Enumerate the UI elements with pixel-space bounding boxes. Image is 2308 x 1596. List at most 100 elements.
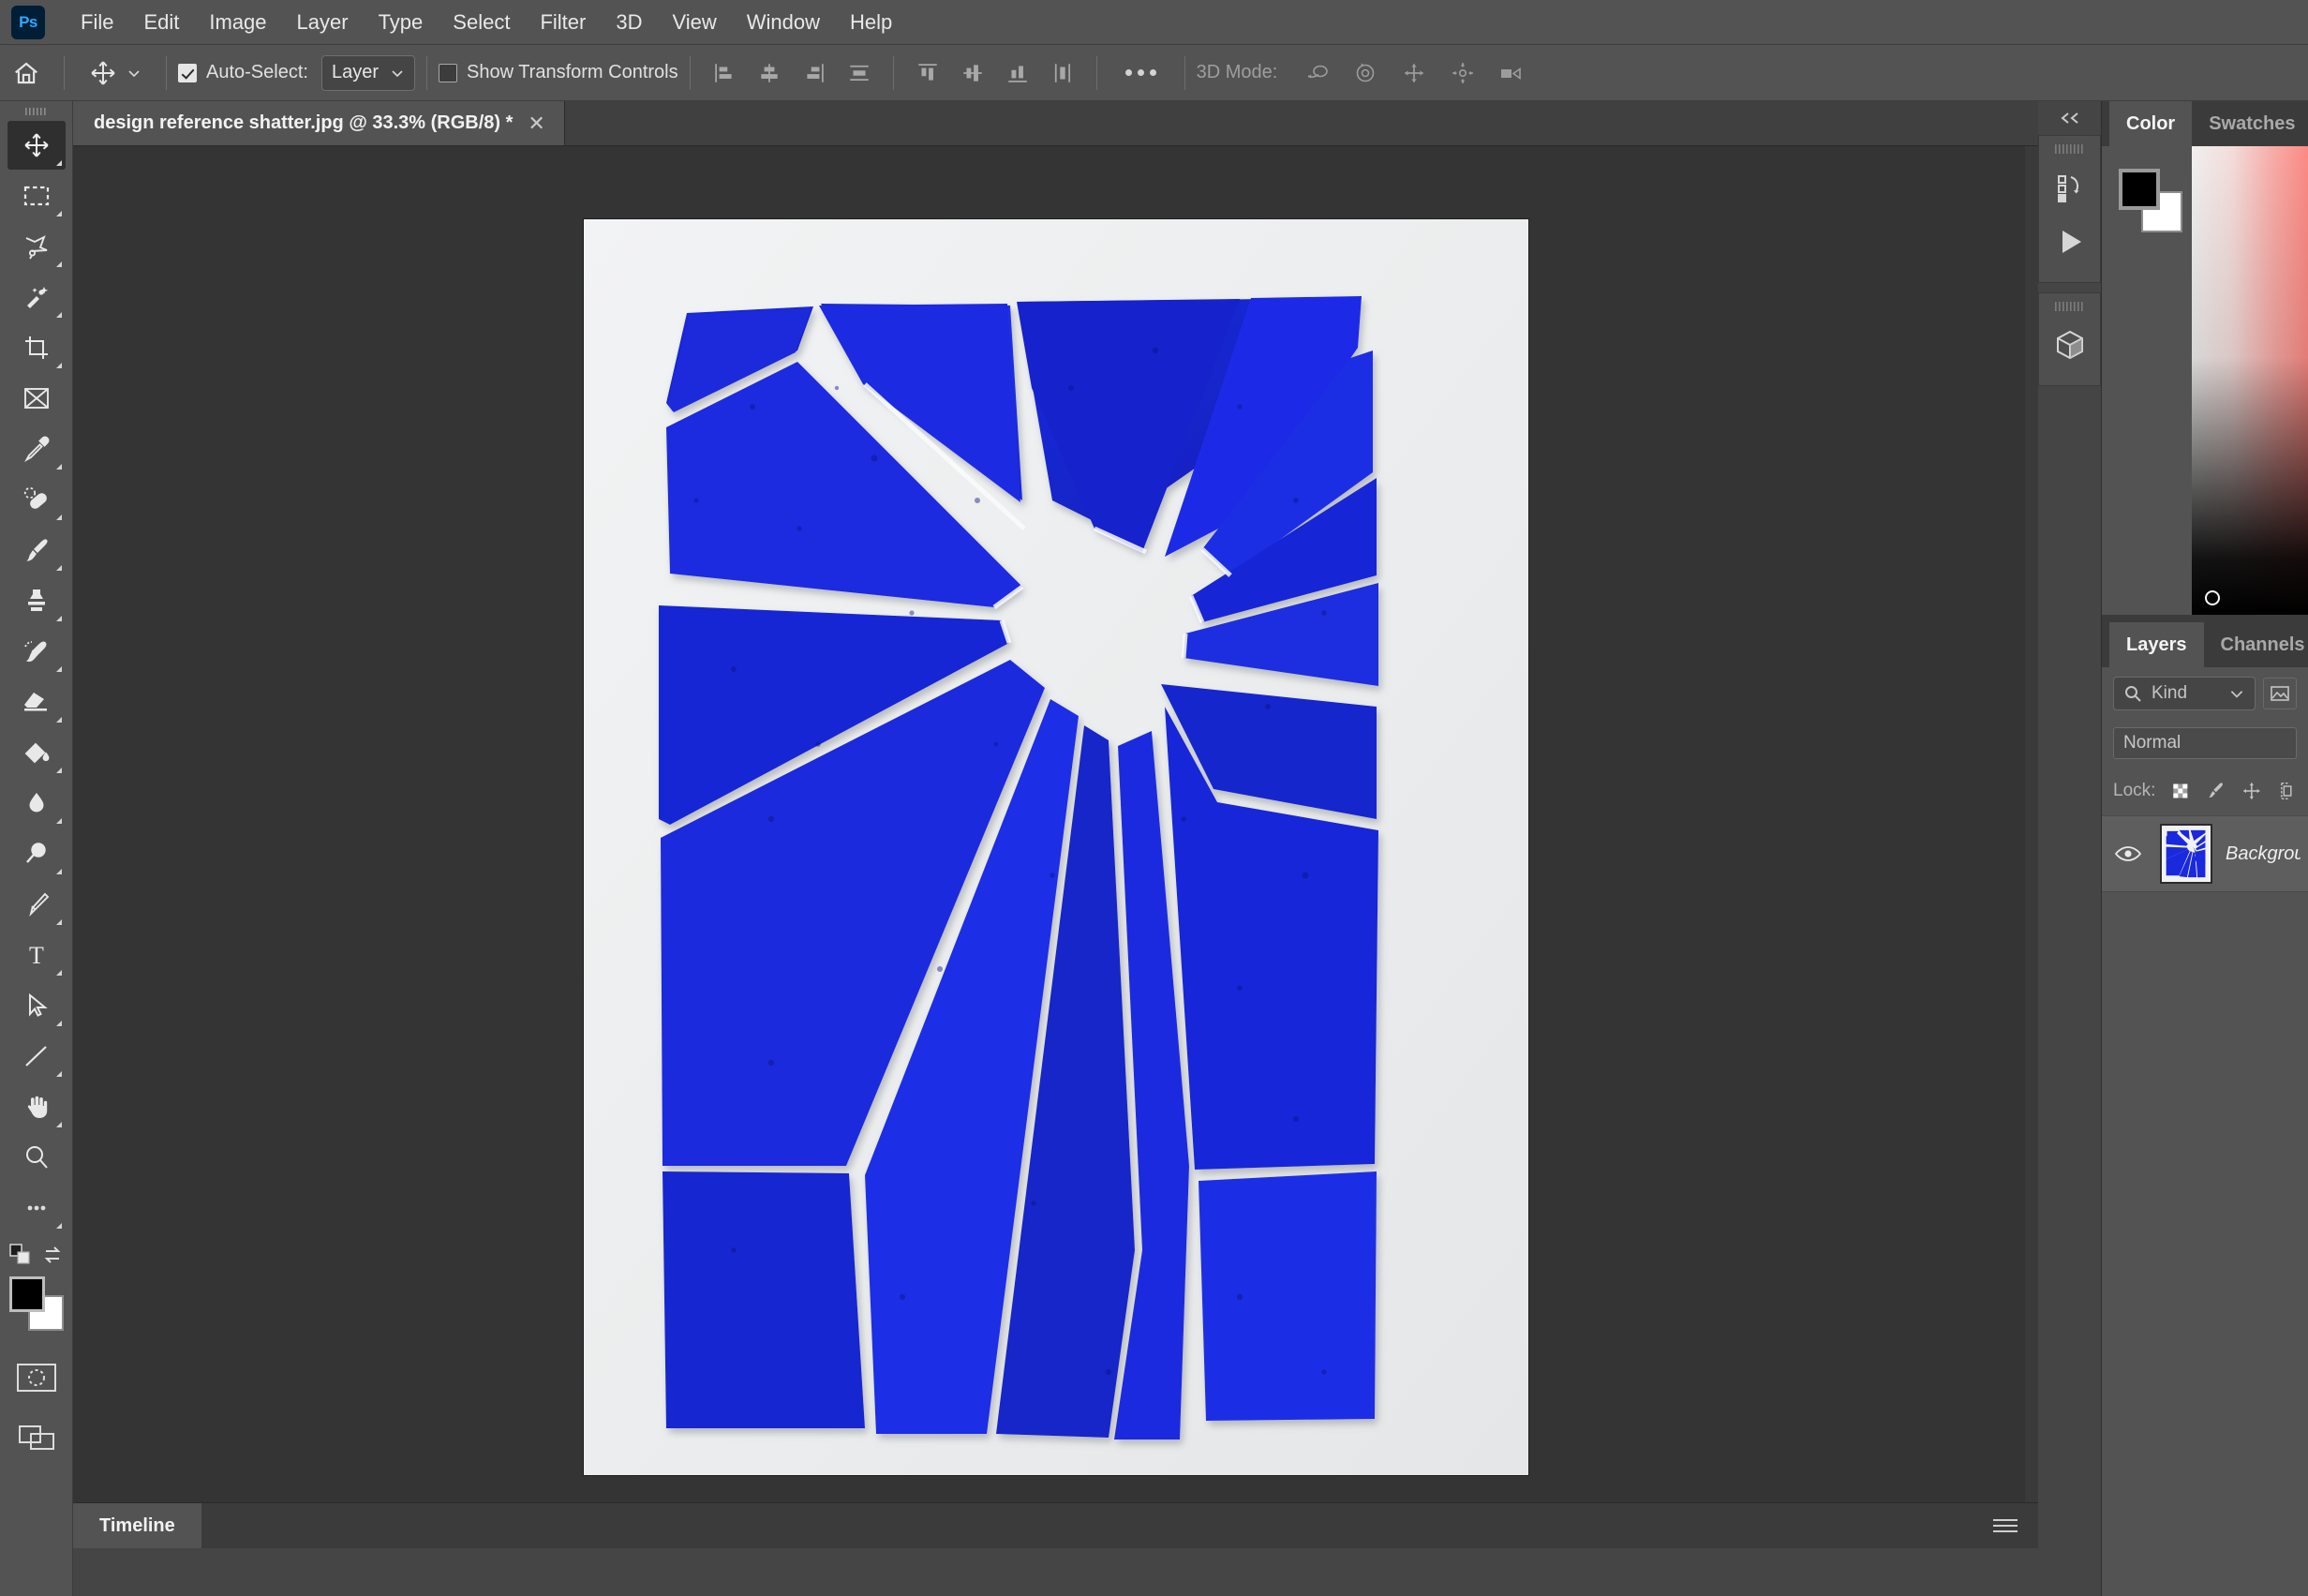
menu-window[interactable]: Window [732,0,835,45]
edit-toolbar-button[interactable] [7,1184,66,1232]
clone-stamp-tool[interactable] [7,576,66,625]
active-tool-indicator[interactable] [76,52,155,94]
collapse-panels-icon[interactable] [2038,101,2101,135]
align-top-edges-button[interactable] [905,52,950,94]
more-options-button[interactable] [1109,69,1173,76]
menu-help[interactable]: Help [835,0,907,45]
history-panel-icon[interactable] [2042,160,2098,215]
foreground-color-swatch[interactable] [9,1276,45,1312]
color-panel-swatches [2102,146,2192,615]
auto-select-checkbox[interactable]: Auto-Select: [178,62,308,83]
document-tab[interactable]: design reference shatter.jpg @ 33.3% (RG… [73,101,565,145]
distribute-horizontally-button[interactable] [837,52,882,94]
home-icon[interactable] [0,45,52,101]
tab-color[interactable]: Color [2109,101,2192,146]
tab-timeline[interactable]: Timeline [73,1503,201,1548]
actions-play-icon[interactable] [2042,215,2098,269]
menu-edit[interactable]: Edit [128,0,194,45]
blend-mode-dropdown[interactable]: Normal [2113,727,2297,759]
distribute-vertically-button[interactable] [1040,52,1085,94]
eyedropper-tool[interactable] [7,425,66,473]
photoshop-logo-icon: Ps [11,6,45,39]
color-panel-foreground-swatch[interactable] [2119,169,2160,210]
slide-3d-object-button[interactable] [1438,52,1487,94]
frame-tool[interactable] [7,374,66,423]
panel-divider [2102,615,2308,622]
blur-tool[interactable] [7,779,66,828]
move-tool[interactable] [7,121,66,170]
menu-image[interactable]: Image [194,0,281,45]
artboard[interactable] [584,219,1528,1475]
lock-position-icon[interactable] [2241,779,2262,803]
rectangular-marquee-tool[interactable] [7,172,66,220]
default-colors-icon[interactable] [8,1243,33,1267]
menu-file[interactable]: File [66,0,128,45]
menu-view[interactable]: View [657,0,731,45]
screen-mode-button[interactable] [14,1421,59,1454]
lock-transparent-pixels-icon[interactable] [2170,779,2191,803]
lock-image-pixels-icon[interactable] [2206,779,2226,803]
align-right-edges-button[interactable] [792,52,837,94]
spot-healing-brush-tool[interactable] [7,475,66,524]
roll-3d-object-button[interactable] [1341,52,1390,94]
tool-flyout-indicator [56,717,62,723]
show-transform-checkbox-box[interactable] [439,64,457,82]
show-transform-controls-checkbox[interactable]: Show Transform Controls [439,62,678,83]
pen-tool[interactable] [7,880,66,929]
3d-panel-icon[interactable] [2042,318,2098,372]
options-divider-4 [690,56,691,90]
panel-menu-icon[interactable] [1993,1503,2038,1548]
lock-label: Lock: [2113,781,2155,801]
menu-layer[interactable]: Layer [282,0,364,45]
quick-mask-button[interactable] [14,1361,59,1395]
align-left-edges-button[interactable] [702,52,747,94]
type-tool[interactable]: T [7,931,66,979]
filter-pixel-layers-icon[interactable] [2263,678,2297,709]
color-spectrum-ramp[interactable] [2192,146,2308,615]
hand-tool[interactable] [7,1082,66,1131]
path-selection-tool[interactable] [7,981,66,1030]
menu-select[interactable]: Select [438,0,525,45]
foreground-background-color[interactable] [9,1276,64,1331]
rotate-3d-object-button[interactable] [1292,52,1341,94]
scale-3d-object-button[interactable] [1487,52,1536,94]
eraser-tool[interactable] [7,678,66,726]
layer-name[interactable]: Background [2226,843,2301,865]
align-bottom-edges-button[interactable] [995,52,1040,94]
timeline-panel: Timeline [73,1502,2038,1596]
tab-channels[interactable]: Channels [2204,622,2308,667]
line-tool[interactable] [7,1032,66,1081]
rail-grip[interactable] [2054,143,2086,155]
rail-grip-2[interactable] [2054,301,2086,312]
layer-row-background[interactable]: Background [2102,815,2308,892]
tab-layers[interactable]: Layers [2109,622,2204,667]
layer-filter-kind-dropdown[interactable]: Kind [2113,677,2256,710]
swap-colors-icon[interactable] [40,1243,65,1267]
quick-selection-tool[interactable] [7,273,66,321]
canvas-vertical-scrollbar[interactable] [2025,146,2038,1547]
dodge-tool[interactable] [7,829,66,878]
align-horizontal-centers-button[interactable] [747,52,792,94]
brush-tool[interactable] [7,526,66,574]
toolbar-grip[interactable] [24,107,49,116]
menu-filter[interactable]: Filter [525,0,601,45]
gradient-tool[interactable] [7,728,66,777]
zoom-tool[interactable] [7,1133,66,1182]
auto-select-scope-dropdown[interactable]: Layer [321,55,415,91]
lock-artboard-nesting-icon[interactable] [2276,779,2297,803]
drag-3d-object-button[interactable] [1390,52,1438,94]
lasso-tool[interactable] [7,222,66,271]
tool-flyout-indicator [56,768,62,773]
timeline-body[interactable] [73,1548,2038,1596]
canvas-viewport[interactable] [73,146,2038,1547]
menu-type[interactable]: Type [364,0,439,45]
layer-thumbnail[interactable] [2160,824,2212,884]
tab-swatches[interactable]: Swatches [2192,101,2308,146]
menu-3d[interactable]: 3D [601,0,657,45]
history-brush-tool[interactable] [7,627,66,676]
align-vertical-centers-button[interactable] [950,52,995,94]
auto-select-checkbox-box[interactable] [178,64,197,82]
eye-icon[interactable] [2109,843,2147,864]
close-icon[interactable]: ✕ [528,113,544,134]
crop-tool[interactable] [7,323,66,372]
